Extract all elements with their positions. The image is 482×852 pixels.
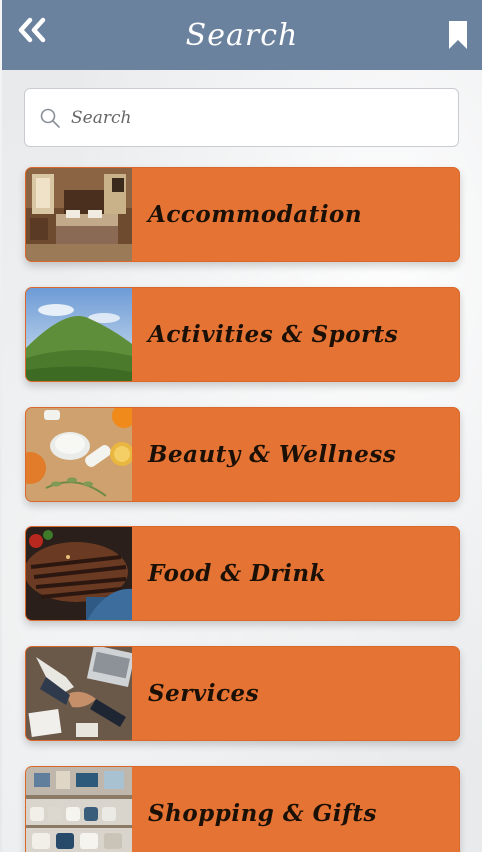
top-bar: Search: [2, 0, 482, 70]
bookmark-icon: [449, 21, 467, 49]
category-label: Beauty & Wellness: [148, 441, 397, 468]
category-services[interactable]: Services: [25, 646, 460, 741]
spa-products-image: [26, 408, 132, 501]
page-title: Search: [185, 17, 299, 53]
category-food-drink[interactable]: Food & Drink: [25, 526, 460, 621]
search-input[interactable]: [71, 107, 458, 128]
category-shopping-gifts[interactable]: Shopping & Gifts: [25, 766, 460, 852]
bookmark-button[interactable]: [446, 18, 470, 52]
category-beauty-wellness[interactable]: Beauty & Wellness: [25, 407, 460, 502]
grilled-steak-image: [26, 527, 132, 620]
business-handshake-image: [26, 647, 132, 740]
category-label: Services: [148, 680, 260, 707]
green-hills-image: [26, 288, 132, 381]
hotel-bedroom-image: [26, 168, 132, 261]
category-label: Shopping & Gifts: [148, 800, 378, 827]
category-label: Food & Drink: [148, 560, 327, 587]
app-screen: Search Search Accommodation Activities &…: [2, 0, 482, 852]
back-button[interactable]: [14, 12, 50, 48]
category-accommodation[interactable]: Accommodation: [25, 167, 460, 262]
search-icon: [40, 108, 60, 128]
category-label: Activities & Sports: [148, 321, 399, 348]
gift-shop-shelves-image: [26, 767, 132, 852]
category-activities-sports[interactable]: Activities & Sports: [25, 287, 460, 382]
search-bar[interactable]: [24, 88, 459, 147]
category-label: Accommodation: [148, 201, 363, 228]
double-chevron-left-icon: [18, 17, 46, 43]
